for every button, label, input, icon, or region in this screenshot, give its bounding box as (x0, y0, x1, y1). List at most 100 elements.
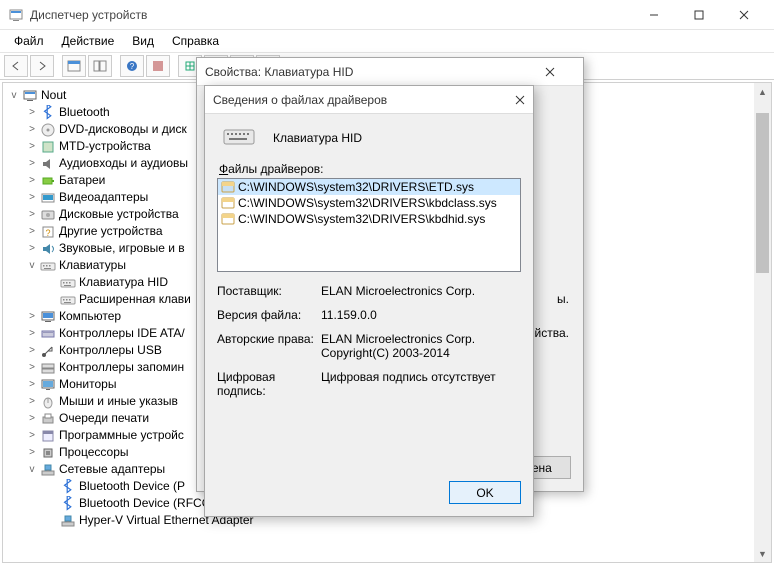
tree-node-label: Дисковые устройства (59, 206, 179, 223)
tree-node-label: Батареи (59, 172, 105, 189)
tree-twisty[interactable]: > (25, 410, 39, 427)
menubar: Файл Действие Вид Справка (0, 30, 774, 52)
driver-file-row[interactable]: C:\WINDOWS\system32\DRIVERS\kbdhid.sys (218, 211, 520, 227)
tree-twisty[interactable]: v (25, 257, 39, 274)
scroll-thumb[interactable] (756, 113, 769, 273)
menu-help[interactable]: Справка (164, 32, 227, 50)
tool-help[interactable]: ? (120, 55, 144, 77)
tree-twisty[interactable]: > (25, 104, 39, 121)
tree-node-label: Очереди печати (59, 410, 149, 427)
tree-twisty[interactable]: > (25, 189, 39, 206)
tree-twisty[interactable]: v (25, 461, 39, 478)
tree-twisty[interactable]: > (25, 223, 39, 240)
tree-node-label: Другие устройства (59, 223, 163, 240)
scroll-down-icon[interactable]: ▼ (754, 545, 771, 562)
properties-dialog-title: Свойства: Клавиатура HID (205, 65, 545, 79)
maximize-button[interactable] (676, 1, 721, 29)
tree-twisty[interactable]: > (25, 138, 39, 155)
driver-files-listbox[interactable]: C:\WINDOWS\system32\DRIVERS\ETD.sysC:\WI… (217, 178, 521, 272)
tree-node-label: Мыши и иные указыв (59, 393, 178, 410)
vendor-label: Поставщик: (217, 284, 321, 298)
vendor-value: ELAN Microelectronics Corp. (321, 284, 521, 298)
ide-icon (40, 326, 56, 342)
sw-icon (40, 428, 56, 444)
tree-twisty[interactable]: > (25, 444, 39, 461)
tree-node-label: Расширенная клави (79, 291, 191, 308)
snd-icon (40, 241, 56, 257)
driver-file-row[interactable]: C:\WINDOWS\system32\DRIVERS\kbdclass.sys (218, 195, 520, 211)
tree-node-label: Видеоадаптеры (59, 189, 148, 206)
version-label: Версия файла: (217, 308, 321, 322)
menu-file[interactable]: Файл (6, 32, 52, 50)
tree-twisty[interactable]: > (25, 325, 39, 342)
vid-icon (40, 190, 56, 206)
copyright-value: ELAN Microelectronics Corp. Copyright(C)… (321, 332, 521, 360)
close-icon[interactable] (545, 67, 575, 77)
kb-icon (60, 275, 76, 291)
aud-icon (40, 156, 56, 172)
tree-node-label: Контроллеры запомин (59, 359, 184, 376)
tree-twisty[interactable]: > (25, 172, 39, 189)
signature-value: Цифровая подпись отсутствует (321, 370, 521, 398)
vertical-scrollbar[interactable]: ▲ ▼ (754, 83, 771, 562)
bt-icon (60, 496, 76, 512)
driver-file-path: C:\WINDOWS\system32\DRIVERS\ETD.sys (238, 180, 474, 194)
tree-node-label: Bluetooth (59, 104, 110, 121)
kb-icon (60, 292, 76, 308)
minimize-button[interactable] (631, 1, 676, 29)
file-icon (220, 196, 236, 210)
prn-icon (40, 411, 56, 427)
tree-node-label: MTD-устройства (59, 138, 151, 155)
tree-node-label: Контроллеры USB (59, 342, 162, 359)
tree-node-label: DVD-дисководы и диск (59, 121, 187, 138)
tree-twisty[interactable]: > (25, 427, 39, 444)
net-icon (40, 462, 56, 478)
file-icon (220, 180, 236, 194)
tree-twisty[interactable]: > (25, 155, 39, 172)
driver-file-row[interactable]: C:\WINDOWS\system32\DRIVERS\ETD.sys (218, 179, 520, 195)
window-titlebar: Диспетчер устройств (0, 0, 774, 30)
file-icon (220, 212, 236, 226)
keyboard-icon (223, 126, 255, 150)
ok-button[interactable]: OK (449, 481, 521, 504)
pc-icon (40, 309, 56, 325)
bt-icon (40, 105, 56, 121)
tool-view-mode[interactable] (88, 55, 112, 77)
scroll-up-icon[interactable]: ▲ (754, 83, 771, 100)
tool-refresh[interactable] (146, 55, 170, 77)
tool-forward[interactable] (30, 55, 54, 77)
menu-action[interactable]: Действие (54, 32, 123, 50)
tool-back[interactable] (4, 55, 28, 77)
driver-files-dialog: Сведения о файлах драйверов Клавиатура H… (204, 85, 534, 517)
window-title: Диспетчер устройств (30, 8, 631, 22)
tree-twisty[interactable]: > (25, 121, 39, 138)
cpu-icon (40, 445, 56, 461)
tree-node-label: Сетевые адаптеры (59, 461, 165, 478)
oth-icon: ? (40, 224, 56, 240)
tree-twisty[interactable]: > (25, 206, 39, 223)
close-button[interactable] (721, 1, 766, 29)
tree-twisty[interactable]: > (25, 393, 39, 410)
stor-icon (40, 360, 56, 376)
truncated-text: ы. (557, 292, 569, 306)
bat-icon (40, 173, 56, 189)
tree-twisty[interactable]: > (25, 240, 39, 257)
tree-node-label: Компьютер (59, 308, 121, 325)
copyright-label: Авторские права: (217, 332, 321, 360)
tree-twisty[interactable]: > (25, 342, 39, 359)
mon-icon (40, 377, 56, 393)
svg-text:?: ? (130, 62, 135, 71)
driver-file-path: C:\WINDOWS\system32\DRIVERS\kbdhid.sys (238, 212, 485, 226)
menu-view[interactable]: Вид (124, 32, 162, 50)
tree-twisty[interactable]: > (25, 308, 39, 325)
truncated-text: ойства. (528, 326, 569, 340)
tree-node-label: Клавиатуры (59, 257, 126, 274)
dev-icon (40, 139, 56, 155)
tree-twisty[interactable]: > (25, 359, 39, 376)
app-icon (8, 7, 24, 23)
usb-icon (40, 343, 56, 359)
tool-show-hidden[interactable] (62, 55, 86, 77)
tree-node-label: Программные устройс (59, 427, 184, 444)
close-icon[interactable] (515, 95, 525, 105)
tree-twisty[interactable]: > (25, 376, 39, 393)
